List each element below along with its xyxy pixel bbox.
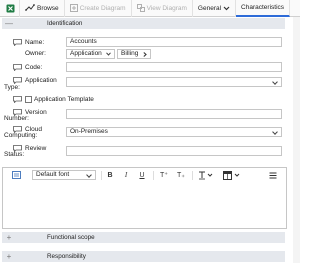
name-row: Name: xyxy=(13,37,44,48)
expand-icon[interactable]: + xyxy=(2,251,16,262)
section-identification[interactable]: — Identification xyxy=(2,18,285,29)
review-label-2: Status: xyxy=(4,151,25,158)
app-type-label: Application xyxy=(25,76,57,84)
chevron-down-icon xyxy=(106,52,111,56)
review-label: Review xyxy=(25,144,47,152)
toolbar-divider xyxy=(101,171,102,180)
menu-icon[interactable] xyxy=(269,172,277,179)
browse-button[interactable]: Browse xyxy=(20,0,65,17)
expand-icon[interactable]: + xyxy=(2,232,16,243)
characteristics-label: Characteristics xyxy=(241,3,285,11)
tab-characteristics[interactable]: Characteristics xyxy=(236,0,291,17)
review-field[interactable] xyxy=(66,146,282,156)
collapse-icon[interactable]: — xyxy=(2,18,16,29)
toolbar-divider xyxy=(192,171,193,180)
name-field[interactable]: Accounts xyxy=(66,37,282,47)
section-functional-scope[interactable]: + Functional scope xyxy=(2,232,285,243)
cloud-select[interactable]: On-Premises xyxy=(66,127,282,137)
app-type-label-2: Type: xyxy=(4,84,20,91)
owner-label: Owner: xyxy=(25,50,46,57)
app-template-row: Application Template xyxy=(13,94,94,105)
owner-type-select[interactable]: Application xyxy=(66,49,115,59)
chevron-down-icon xyxy=(223,6,230,10)
excel-icon xyxy=(6,4,15,12)
app-template-label: Application Template xyxy=(34,95,94,103)
owner-link[interactable]: Billing xyxy=(117,49,151,59)
create-diagram-icon xyxy=(69,4,78,12)
create-diagram-label: Create Diagram xyxy=(79,4,126,12)
browse-label: Browse xyxy=(37,4,59,12)
tab-general[interactable]: General xyxy=(193,0,237,17)
rich-text-editor[interactable]: Default font B I U T⁺ T₊ xyxy=(2,167,287,229)
bold-button[interactable]: B xyxy=(105,170,115,181)
editor-toolbar: Default font B I U T⁺ T₊ xyxy=(3,168,286,183)
view-diagram-icon xyxy=(136,4,145,12)
version-label-2: Number: xyxy=(4,115,29,122)
chevron-right-icon xyxy=(143,51,147,57)
comment-icon[interactable] xyxy=(13,39,22,46)
toolbar: Browse Create Diagram View Diagram Gener… xyxy=(0,0,300,17)
owner-value: Billing xyxy=(121,50,139,57)
clear-format-icon[interactable] xyxy=(198,171,214,180)
excel-export-button[interactable] xyxy=(0,0,20,17)
create-diagram-button[interactable]: Create Diagram xyxy=(65,0,132,17)
section-title-responsibility: Responsibility xyxy=(47,253,86,260)
version-field[interactable] xyxy=(66,109,282,119)
toolbar-divider xyxy=(153,171,154,180)
italic-button[interactable]: I xyxy=(122,170,130,181)
app-type-select[interactable] xyxy=(66,77,282,87)
comment-icon[interactable] xyxy=(13,64,22,71)
font-select[interactable]: Default font xyxy=(32,170,96,180)
code-row: Code: xyxy=(13,62,42,73)
code-field[interactable] xyxy=(66,62,282,72)
name-label: Name: xyxy=(25,38,45,46)
source-icon[interactable] xyxy=(12,171,21,179)
cloud-label-2: Computing: xyxy=(4,132,38,139)
section-title-identification: Identification xyxy=(47,20,83,27)
subscript-button[interactable]: T₊ xyxy=(175,170,187,181)
scrollbar[interactable] xyxy=(293,17,300,263)
comment-icon[interactable] xyxy=(13,96,22,103)
section-title-functional-scope: Functional scope xyxy=(47,234,95,241)
code-label: Code: xyxy=(25,63,43,71)
view-diagram-button[interactable]: View Diagram xyxy=(132,0,193,17)
app-template-checkbox[interactable] xyxy=(25,96,32,103)
general-label: General xyxy=(197,4,222,12)
view-diagram-label: View Diagram xyxy=(146,4,187,12)
comment-icon[interactable] xyxy=(13,77,22,84)
table-icon[interactable] xyxy=(223,171,241,180)
browse-icon xyxy=(25,4,35,11)
underline-button[interactable]: U xyxy=(137,170,147,181)
superscript-button[interactable]: T⁺ xyxy=(158,170,170,181)
owner-type-value: Application xyxy=(70,50,102,57)
section-responsibility[interactable]: + Responsibility xyxy=(2,251,285,262)
